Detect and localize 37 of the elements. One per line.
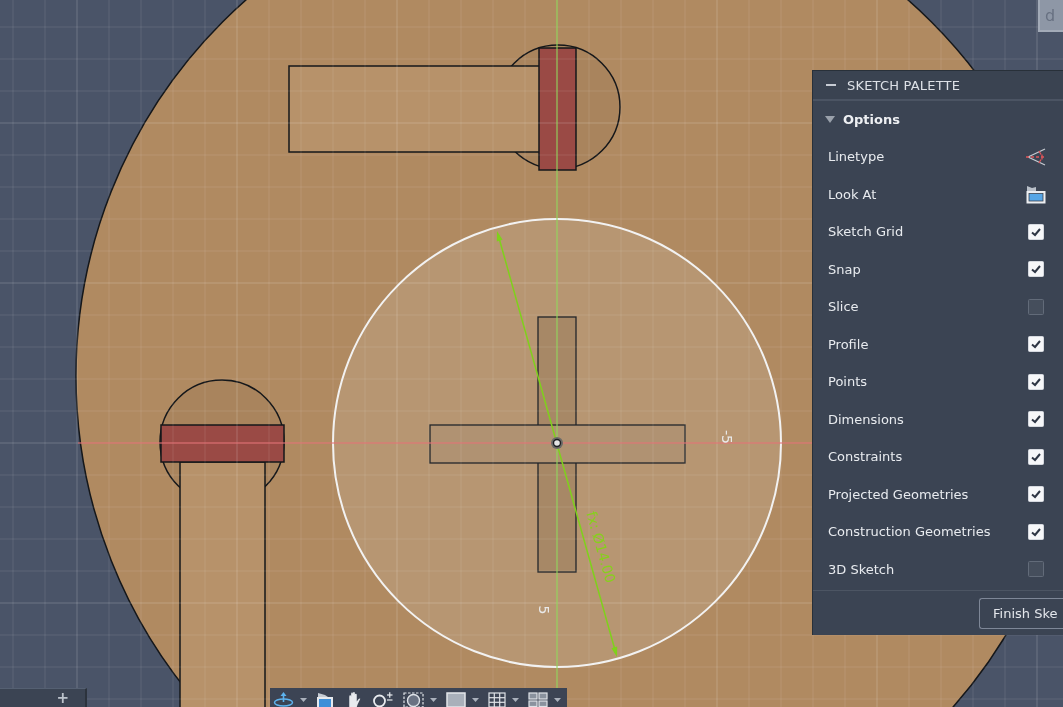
origin-point-icon <box>551 437 563 449</box>
option-label: Profile <box>828 336 869 352</box>
look-at-icon[interactable] <box>1026 184 1046 204</box>
viewports-icon <box>528 692 548 707</box>
checkbox[interactable] <box>1028 298 1044 315</box>
option-label: Slice <box>828 299 859 315</box>
option-label: Dimensions <box>828 411 904 427</box>
option-label: Constraints <box>828 449 903 465</box>
add-button[interactable]: + <box>54 689 71 707</box>
option-label: Linetype <box>828 149 885 165</box>
option-label: 3D Sketch <box>828 561 895 577</box>
axis-value-label: -5 <box>719 430 735 444</box>
orbit-icon <box>273 692 294 707</box>
option-label: Construction Geometries <box>828 524 991 540</box>
zoom-window-icon <box>403 692 424 707</box>
toolbar-button[interactable] <box>528 692 561 707</box>
axis-value-label: 5 <box>536 605 552 615</box>
finish-sketch-button[interactable]: Finish Ske <box>979 598 1063 629</box>
checkbox[interactable] <box>1028 561 1044 578</box>
toolbar-button[interactable] <box>316 692 334 707</box>
option-label: Snap <box>828 261 861 277</box>
toolbar-button[interactable] <box>403 692 437 707</box>
palette-title: SKETCH PALETTE <box>847 77 961 93</box>
look-at-icon <box>316 692 334 707</box>
display-settings-icon <box>446 692 466 707</box>
option-label: Look At <box>828 186 877 202</box>
toolbar-button[interactable] <box>446 692 479 707</box>
toolbar-button[interactable] <box>372 692 394 707</box>
toolbar-button[interactable] <box>273 692 307 707</box>
option-label: Points <box>828 374 868 390</box>
section-header[interactable]: Options <box>825 101 900 138</box>
zoom-icon <box>372 692 394 707</box>
option-label: Sketch Grid <box>828 224 904 240</box>
option-label: Projected Geometries <box>828 486 969 502</box>
toolbar-button[interactable] <box>488 692 519 707</box>
linetype-icon[interactable] <box>1025 146 1047 167</box>
grid-icon <box>488 692 506 707</box>
